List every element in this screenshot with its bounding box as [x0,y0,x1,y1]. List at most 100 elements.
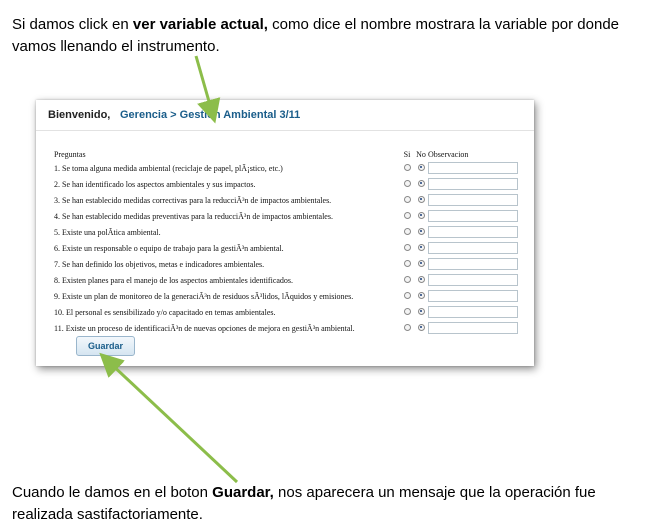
observacion-cell [428,160,520,176]
observacion-input[interactable] [428,322,518,334]
radio-no[interactable] [417,163,425,171]
question-row: 5. Existe una polÃtica ambiental. [54,224,520,240]
question-row: 8. Existen planes para el manejo de los … [54,272,520,288]
radio-cell-no [414,240,428,256]
radio-cell-no [414,176,428,192]
observacion-input[interactable] [428,226,518,238]
question-text: 2. Se han identificado los aspectos ambi… [54,179,256,189]
radio-cell-no [414,192,428,208]
observacion-cell [428,208,520,224]
radio-no[interactable] [417,243,425,251]
intro-text-bold: ver variable actual, [132,16,268,33]
breadcrumb-current-variable-link[interactable]: Gestion Ambiental 3/11 [180,109,301,121]
radio-cell-si [400,304,414,320]
column-header-questions: Preguntas [54,149,86,159]
question-text: 1. Se toma alguna medida ambiental (reci… [54,163,283,173]
welcome-label: Bienvenido, [48,109,111,121]
radio-cell-si [400,272,414,288]
embedded-screenshot: Bienvenido, Gerencia > Gestion Ambiental… [36,100,534,366]
radio-cell-si [400,208,414,224]
observacion-input[interactable] [428,274,518,286]
radio-cell-si [400,256,414,272]
observacion-cell [428,224,520,240]
radio-no[interactable] [417,227,425,235]
radio-si[interactable] [403,243,411,251]
observacion-input[interactable] [428,290,518,302]
radio-si[interactable] [403,163,411,171]
radio-si[interactable] [403,291,411,299]
question-text: 8. Existen planes para el manejo de los … [54,275,294,285]
observacion-input[interactable] [428,194,518,206]
question-row: 7. Se han definido los objetivos, metas … [54,256,520,272]
intro-paragraph: Si damos click en ver variable actual, c… [12,14,642,58]
question-text: 5. Existe una polÃtica ambiental. [54,227,161,237]
column-header-no: No [416,149,426,159]
question-row: 1. Se toma alguna medida ambiental (reci… [54,160,520,176]
radio-cell-no [414,288,428,304]
question-row: 6. Existe un responsable o equipo de tra… [54,240,520,256]
table-header-row: Preguntas Si No Observacion [54,148,520,160]
radio-cell-no [414,224,428,240]
radio-no[interactable] [417,323,425,331]
radio-no[interactable] [417,275,425,283]
radio-cell-si [400,176,414,192]
question-text: 6. Existe un responsable o equipo de tra… [54,243,284,253]
radio-cell-si [400,288,414,304]
observacion-cell [428,176,520,192]
intro-text-pre: Si damos click en [12,16,133,33]
observacion-input[interactable] [428,306,518,318]
radio-cell-no [414,160,428,176]
radio-cell-no [414,208,428,224]
radio-cell-si [400,320,414,336]
radio-cell-si [400,192,414,208]
observacion-cell [428,288,520,304]
radio-no[interactable] [417,179,425,187]
question-row: 2. Se han identificado los aspectos ambi… [54,176,520,192]
radio-si[interactable] [403,211,411,219]
observacion-input[interactable] [428,178,518,190]
radio-si[interactable] [403,259,411,267]
radio-si[interactable] [403,275,411,283]
radio-cell-no [414,272,428,288]
observacion-cell [428,304,520,320]
guardar-button[interactable]: Guardar [76,336,135,356]
breadcrumb-separator: > [167,109,180,121]
question-text: 3. Se han establecido medidas correctiva… [54,195,332,205]
radio-si[interactable] [403,307,411,315]
outro-text-pre: Cuando le damos en el boton [12,484,213,501]
question-text: 9. Existe un plan de monitoreo de la gen… [54,291,354,301]
radio-no[interactable] [417,259,425,267]
breadcrumb-gerencia-link[interactable]: Gerencia [120,109,167,121]
observacion-cell [428,272,520,288]
observacion-input[interactable] [428,210,518,222]
radio-no[interactable] [417,307,425,315]
radio-no[interactable] [417,291,425,299]
breadcrumb: Gerencia > Gestion Ambiental 3/11 [120,100,300,130]
radio-cell-si [400,224,414,240]
outro-paragraph: Cuando le damos en el boton Guardar, nos… [12,482,648,526]
observacion-cell [428,256,520,272]
question-row: 3. Se han establecido medidas correctiva… [54,192,520,208]
radio-cell-no [414,256,428,272]
radio-si[interactable] [403,195,411,203]
observacion-cell [428,320,520,336]
questions-table: Preguntas Si No Observacion 1. Se toma a… [54,148,520,336]
question-row: 10. El personal es sensibilizado y/o cap… [54,304,520,320]
radio-si[interactable] [403,323,411,331]
question-text: 10. El personal es sensibilizado y/o cap… [54,307,276,317]
radio-si[interactable] [403,227,411,235]
observacion-cell [428,192,520,208]
radio-cell-si [400,160,414,176]
observacion-cell [428,240,520,256]
page-header: Bienvenido, Gerencia > Gestion Ambiental… [36,100,534,131]
radio-cell-no [414,320,428,336]
radio-si[interactable] [403,179,411,187]
observacion-input[interactable] [428,162,518,174]
observacion-input[interactable] [428,242,518,254]
radio-no[interactable] [417,195,425,203]
question-text: 4. Se han establecido medidas preventiva… [54,211,333,221]
radio-no[interactable] [417,211,425,219]
observacion-input[interactable] [428,258,518,270]
question-text: 7. Se han definido los objetivos, metas … [54,259,265,269]
column-header-si: Si [403,149,411,159]
